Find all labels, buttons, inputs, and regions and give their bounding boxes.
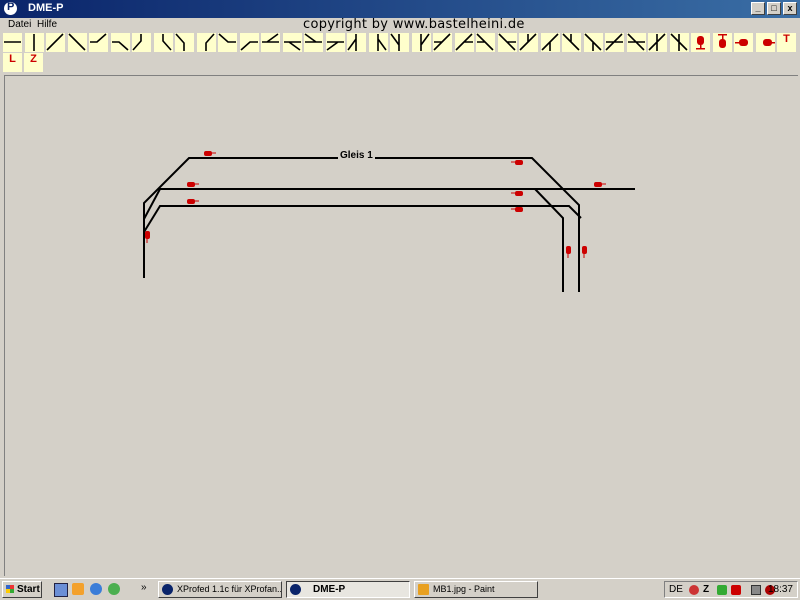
- tool-z-button[interactable]: Z: [24, 53, 43, 72]
- switch-f-tool[interactable]: [368, 33, 388, 52]
- app-icon[interactable]: [4, 1, 17, 15]
- signal-vertical-3: [582, 246, 587, 258]
- track-curve-c-tool[interactable]: [132, 33, 151, 52]
- language-indicator[interactable]: DE: [669, 584, 683, 595]
- switch-l-tool[interactable]: [497, 33, 517, 52]
- dme-p-icon: [290, 584, 301, 595]
- track-siding-a: [534, 188, 564, 292]
- signal-down-tool[interactable]: [712, 33, 732, 52]
- ie-icon[interactable]: [90, 583, 102, 595]
- signal-vertical-2: [566, 246, 571, 258]
- track-curve-b-tool[interactable]: [110, 33, 130, 52]
- network-tray-icon[interactable]: [751, 585, 761, 595]
- zone-icon[interactable]: Z: [703, 585, 713, 595]
- signal-horizontal-2: [187, 182, 199, 187]
- task-dme-p[interactable]: DME-P: [286, 581, 410, 598]
- switch-t-tool[interactable]: [669, 33, 689, 52]
- paint-icon: [418, 584, 429, 595]
- track-diagonal-down-tool[interactable]: [67, 33, 87, 52]
- menu-datei[interactable]: Datei: [8, 19, 31, 30]
- antivirus-icon[interactable]: [731, 585, 741, 595]
- signals: [145, 151, 606, 258]
- switch-q-tool[interactable]: [605, 33, 624, 52]
- window-title: DME-P: [28, 2, 64, 14]
- title-bar[interactable]: DME-P _ □ x: [0, 0, 800, 18]
- media-icon[interactable]: [72, 583, 84, 595]
- menu-hilfe[interactable]: Hilfe: [37, 19, 57, 30]
- switch-d-tool[interactable]: [325, 33, 345, 52]
- layout-canvas[interactable]: [4, 75, 798, 576]
- network-icon[interactable]: [108, 583, 120, 595]
- track-curve-h-tool[interactable]: [239, 33, 259, 52]
- taskbar: Start » XProfed 1.1c für XProfan... DME-…: [0, 578, 800, 600]
- track-curve-e-tool[interactable]: [175, 33, 194, 52]
- task-xprofed[interactable]: XProfed 1.1c für XProfan...: [158, 581, 282, 598]
- switch-r-tool[interactable]: [626, 33, 646, 52]
- switch-n-tool[interactable]: [540, 33, 560, 52]
- track-label[interactable]: Gleis 1: [338, 150, 375, 161]
- track-diagonal-up-tool[interactable]: [46, 33, 65, 52]
- track-curve-g-tool[interactable]: [218, 33, 237, 52]
- desktop-icon[interactable]: [54, 583, 68, 597]
- signal-up-tool[interactable]: [691, 33, 710, 52]
- overflow-chevron[interactable]: »: [141, 582, 147, 593]
- task-paint[interactable]: MB1.jpg - Paint: [414, 581, 538, 598]
- signal-horizontal-7: [594, 182, 606, 187]
- clock[interactable]: 18:37: [768, 584, 793, 595]
- switch-a-tool[interactable]: [261, 33, 280, 52]
- track-curve-d-tool[interactable]: [153, 33, 173, 52]
- switch-k-tool[interactable]: [476, 33, 495, 52]
- switch-c-tool[interactable]: [304, 33, 323, 52]
- signal-vertical-1: [145, 231, 150, 243]
- minimize-button[interactable]: _: [751, 2, 765, 15]
- shield-icon[interactable]: [717, 585, 727, 595]
- track-vertical-tool[interactable]: [24, 33, 44, 52]
- switch-e-tool[interactable]: [347, 33, 366, 52]
- tool-label: L: [9, 53, 16, 65]
- track-middle: [143, 188, 635, 220]
- track-curve-f-tool[interactable]: [196, 33, 216, 52]
- task-label: XProfed 1.1c für XProfan...: [177, 584, 282, 594]
- switch-g-tool[interactable]: [390, 33, 409, 52]
- copyright-banner: copyright by www.bastelheini.de: [303, 17, 525, 32]
- switch-i-tool[interactable]: [433, 33, 452, 52]
- signal-right-tool[interactable]: [734, 33, 753, 52]
- switch-s-tool[interactable]: [648, 33, 667, 52]
- start-button[interactable]: Start: [2, 581, 42, 598]
- text-tool[interactable]: T: [777, 33, 796, 52]
- switch-o-tool[interactable]: [562, 33, 581, 52]
- switch-j-tool[interactable]: [454, 33, 474, 52]
- task-label: MB1.jpg - Paint: [433, 584, 495, 594]
- signal-horizontal-1: [204, 151, 216, 156]
- system-tray: DE Z 18:37: [664, 581, 798, 598]
- maximize-button[interactable]: □: [767, 2, 781, 15]
- track-gleis-1: [143, 157, 580, 292]
- signal-horizontal-6: [511, 207, 523, 212]
- signal-horizontal-4: [511, 160, 523, 165]
- security-icon[interactable]: [689, 585, 699, 595]
- close-button[interactable]: x: [783, 2, 797, 15]
- signal-left-tool[interactable]: [755, 33, 775, 52]
- tool-label: Z: [30, 53, 37, 65]
- window-controls: _ □ x: [751, 2, 797, 15]
- switch-m-tool[interactable]: [519, 33, 538, 52]
- signal-horizontal-3: [187, 199, 199, 204]
- switch-b-tool[interactable]: [282, 33, 302, 52]
- toolbar: T L Z: [3, 33, 798, 73]
- tool-l-button[interactable]: L: [3, 53, 22, 72]
- switch-p-tool[interactable]: [583, 33, 603, 52]
- track-layout: [143, 151, 635, 292]
- task-label: DME-P: [313, 584, 346, 595]
- signal-horizontal-5: [511, 191, 523, 196]
- switch-h-tool[interactable]: [411, 33, 431, 52]
- track-curve-a-tool[interactable]: [89, 33, 108, 52]
- track-horizontal-tool[interactable]: [3, 33, 22, 52]
- xprofed-icon: [162, 584, 173, 595]
- text-tool-label: T: [783, 33, 790, 45]
